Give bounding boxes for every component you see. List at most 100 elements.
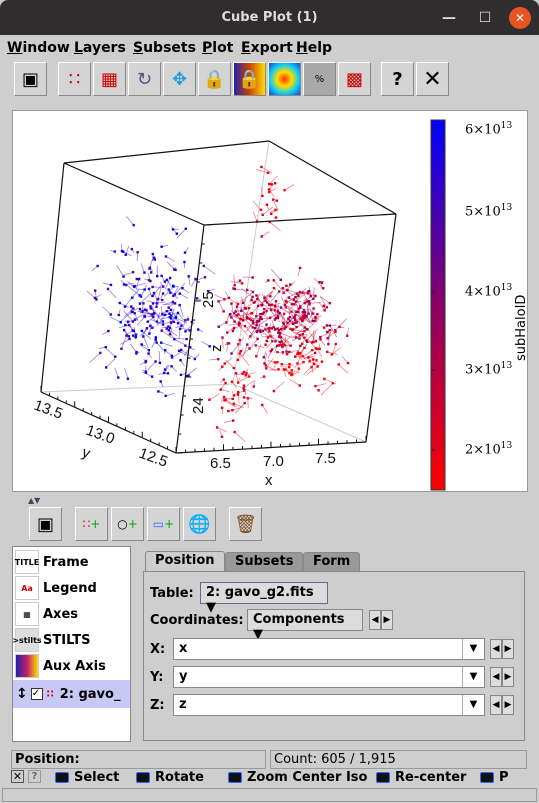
coordinates-label: Coordinates:: [150, 613, 244, 628]
next-button[interactable]: ▶: [502, 695, 514, 715]
prev-button[interactable]: ◀: [490, 667, 502, 687]
add-sky-layer-icon[interactable]: 🌐: [183, 507, 216, 541]
tab-position[interactable]: Position: [145, 551, 225, 572]
data-point: [259, 208, 263, 212]
polygon-subset-icon[interactable]: ▦: [93, 62, 126, 96]
data-point: [122, 275, 125, 278]
data-point: [298, 290, 302, 294]
data-point: [310, 341, 314, 344]
x-field[interactable]: x ▼: [173, 638, 485, 660]
split-divider[interactable]: ▲▼: [28, 496, 40, 505]
data-vector: [135, 288, 145, 290]
menu-subsets[interactable]: Subsets: [133, 40, 196, 56]
export-icon[interactable]: ▩: [338, 62, 371, 96]
prev-button[interactable]: ◀: [369, 610, 381, 630]
menu-plot[interactable]: Plot: [202, 40, 233, 56]
menu-layers[interactable]: Layers: [74, 40, 126, 56]
next-button[interactable]: ▶: [502, 639, 514, 659]
table-selector[interactable]: 2: gavo_g2.fits ▼: [200, 582, 328, 615]
data-point: [251, 319, 255, 323]
data-point: [155, 320, 159, 323]
data-point: [152, 256, 156, 259]
density-icon[interactable]: [268, 62, 301, 96]
colorbar-tick-label: 3×1013: [465, 361, 513, 378]
data-point: [131, 296, 134, 299]
drag-handle-icon[interactable]: ↕: [16, 686, 28, 702]
close-icon[interactable]: ✕: [11, 770, 24, 783]
coordinates-selector[interactable]: Components ▼: [247, 609, 363, 642]
data-point: [238, 352, 241, 355]
window-icon[interactable]: ▣: [14, 62, 47, 96]
data-point: [280, 363, 283, 366]
data-point: [161, 320, 165, 323]
delete-layer-icon[interactable]: 🗑: [229, 507, 262, 541]
data-point: [203, 276, 207, 279]
y-label: Y:: [150, 670, 164, 685]
layer-checkbox[interactable]: ✓: [30, 688, 43, 700]
y-field[interactable]: y ▼: [173, 666, 485, 688]
data-point: [155, 302, 159, 305]
data-point: [234, 310, 237, 313]
tab-form[interactable]: Form: [303, 552, 361, 571]
data-point: [267, 279, 270, 282]
window-icon[interactable]: ▣: [29, 507, 62, 541]
add-scatter-layer-icon[interactable]: ∷ +: [75, 507, 108, 541]
close-icon[interactable]: ✕: [416, 62, 449, 96]
data-point: [276, 350, 279, 354]
layer-frame[interactable]: TITLE Frame: [15, 549, 89, 575]
data-point: [314, 339, 318, 343]
layer-axes[interactable]: ▦ Axes: [15, 601, 78, 627]
prev-button[interactable]: ◀: [490, 695, 502, 715]
data-point: [285, 352, 289, 356]
blob-subset-icon[interactable]: ∷: [58, 62, 91, 96]
plot-panel[interactable]: 6.5 7.0 7.5 x 13.5 13.0 12.5 y 24 25 z s…: [12, 110, 529, 493]
add-area-layer-icon[interactable]: ▭ +: [147, 507, 180, 541]
data-point: [139, 295, 143, 298]
data-point: [299, 305, 302, 308]
menu-help[interactable]: Help: [296, 40, 332, 56]
data-point: [215, 426, 219, 429]
data-point: [323, 377, 326, 381]
data-point: [254, 344, 257, 347]
z-field[interactable]: z ▼: [173, 694, 485, 716]
data-point: [169, 291, 172, 294]
data-point: [268, 190, 271, 194]
add-link-layer-icon[interactable]: ○ +: [111, 507, 144, 541]
layer-legend[interactable]: Aa Legend: [15, 575, 97, 601]
close-window-button[interactable]: ✕: [509, 7, 531, 29]
menu-window[interactable]: Window: [7, 40, 70, 56]
next-button[interactable]: ▶: [381, 610, 393, 630]
help-icon[interactable]: ?: [381, 62, 414, 96]
mode-p: P: [480, 770, 509, 785]
minimize-button[interactable]: —: [440, 9, 458, 27]
replot-icon[interactable]: ↻: [128, 62, 161, 96]
layer-list: TITLE Frame Aa Legend ▦ Axes >stilts STILTS …: [12, 546, 131, 742]
navigate-icon[interactable]: ✥: [163, 62, 196, 96]
lock-axes-icon[interactable]: 🔒: [198, 62, 231, 96]
tab-subsets[interactable]: Subsets: [225, 552, 304, 571]
data-point: [143, 308, 147, 311]
data-point: [179, 348, 183, 352]
data-point: [315, 359, 318, 362]
progress-icon[interactable]: %: [303, 62, 336, 96]
menu-export[interactable]: Export: [241, 40, 293, 56]
layer-aux-axis[interactable]: Aux Axis: [15, 653, 106, 679]
data-point: [222, 395, 226, 399]
data-point: [280, 340, 283, 343]
layer-gavo-g2[interactable]: ↕ ✓ ∷ 2: gavo_: [13, 680, 130, 708]
data-point: [168, 276, 172, 280]
help-icon[interactable]: ?: [28, 770, 41, 783]
prev-button[interactable]: ◀: [490, 639, 502, 659]
data-point: [219, 388, 223, 391]
mode-zoom: Zoom Center Iso: [228, 770, 367, 785]
lock-aux-icon[interactable]: 🔒: [233, 62, 266, 96]
layer-stilts[interactable]: >stilts STILTS: [12, 627, 90, 653]
data-vector: [175, 338, 187, 340]
cube-plot[interactable]: 6.5 7.0 7.5 x 13.5 13.0 12.5 y 24 25 z s…: [13, 111, 529, 493]
data-point: [273, 361, 277, 364]
data-point: [156, 274, 159, 278]
data-point: [298, 266, 302, 270]
data-point: [290, 302, 294, 306]
maximize-button[interactable]: ☐: [476, 9, 494, 27]
next-button[interactable]: ▶: [502, 667, 514, 687]
